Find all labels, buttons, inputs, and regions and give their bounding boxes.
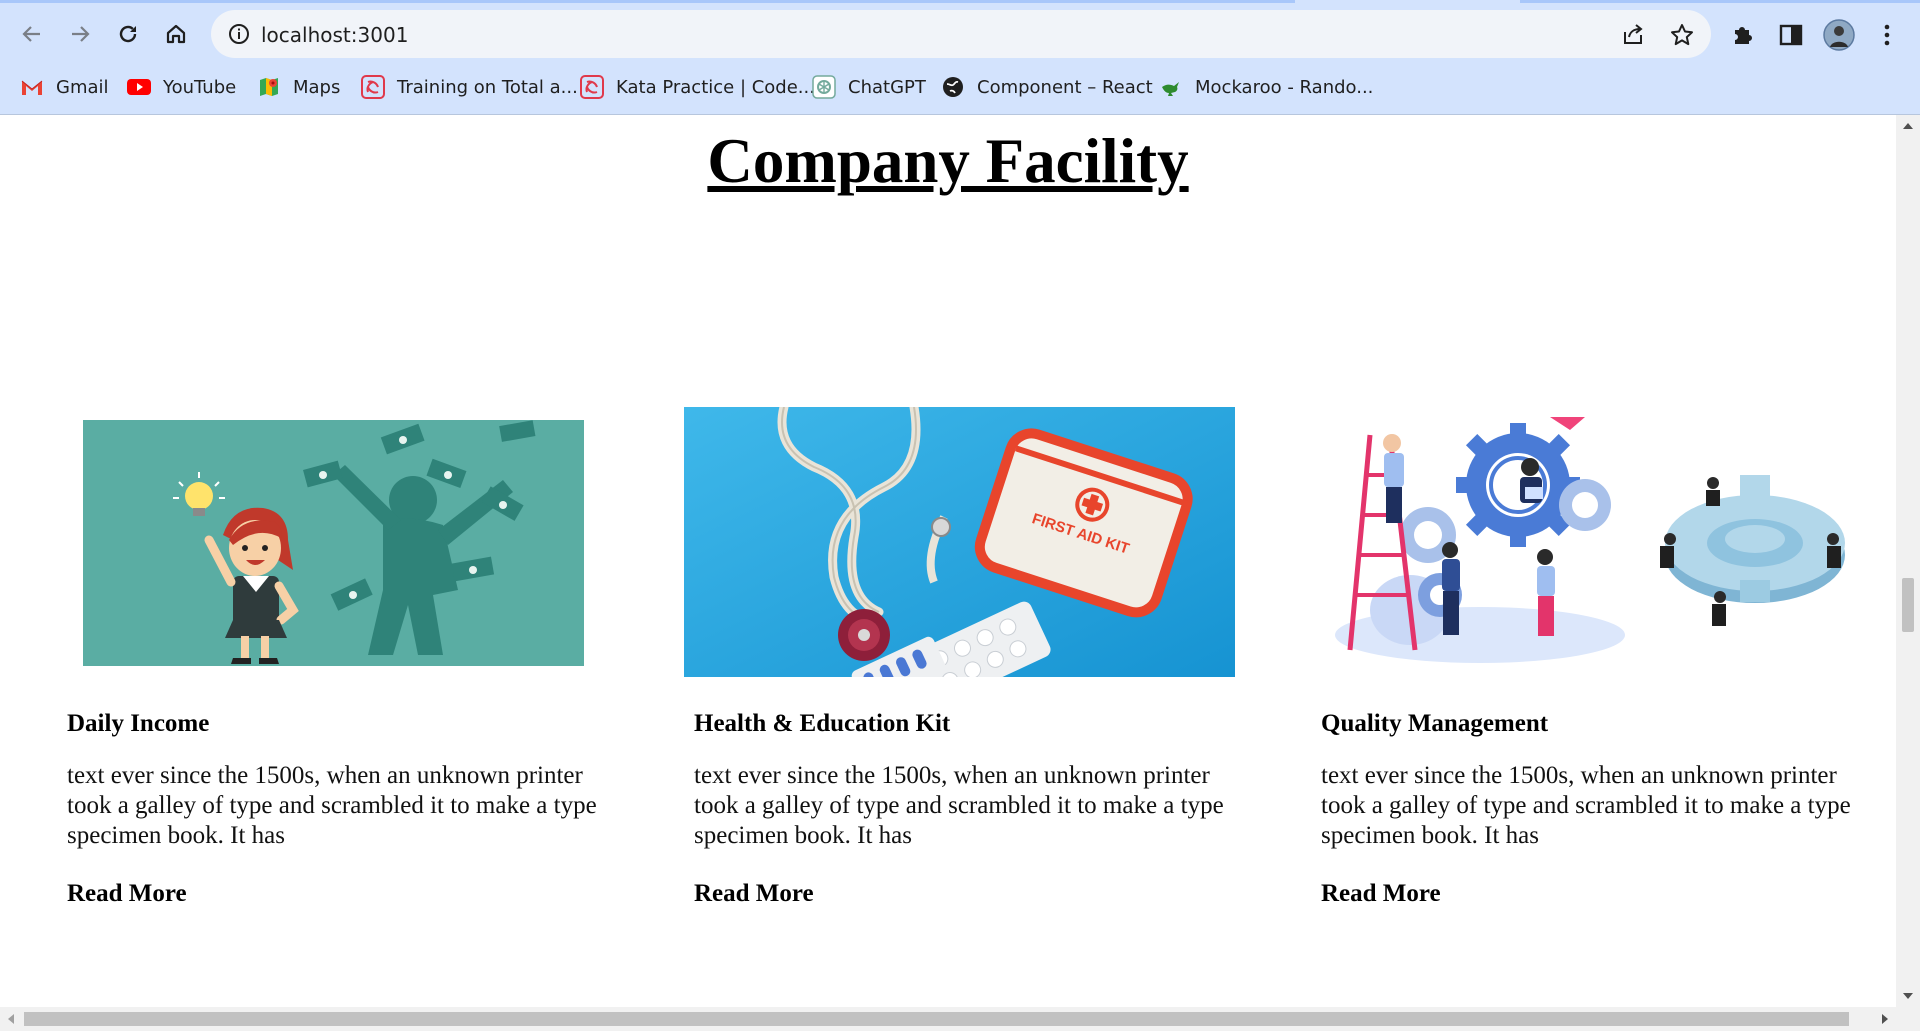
back-arrow-icon [22,26,40,42]
horizontal-scrollbar[interactable] [0,1007,1920,1031]
card-text-daily-income: text ever since the 1500s, when an unkno… [67,762,597,849]
scroll-right-arrow-icon[interactable] [1882,1014,1888,1024]
puzzle-icon [1735,27,1752,44]
horizontal-scroll-thumb[interactable] [24,1012,1849,1026]
card-text-health-education-kit: text ever since the 1500s, when an unkno… [694,762,1224,849]
bookmarks-bar: Gmail YouTube Maps Training on Total a..… [0,60,1920,115]
scroll-down-arrow-icon[interactable] [1903,993,1913,999]
tab-strip [0,0,1920,8]
kebab-menu-icon [1884,24,1890,46]
bookmark-youtube[interactable]: YouTube [127,73,236,101]
side-panel-icon [1779,24,1803,46]
back-button[interactable] [14,16,50,52]
page-content: Company Facility FIRST AID KIT Daily Inc… [0,115,1896,1007]
read-more-health-education-kit[interactable]: Read More [694,880,814,908]
url-text: localhost:3001 [261,23,409,47]
bookmark-chatgpt[interactable]: ChatGPT [812,73,926,101]
home-button[interactable] [158,16,194,52]
card-title-quality-management: Quality Management [1321,710,1549,737]
bookmark-label: Mockaroo - Rando... [1195,76,1374,98]
bookmark-maps[interactable]: Maps [257,73,340,101]
bookmark-star-icon[interactable] [1669,22,1695,48]
youtube-icon [127,79,151,95]
bookmark-label: YouTube [163,76,237,98]
bookmark-label: Gmail [56,76,109,98]
bookmark-label: ChatGPT [848,76,926,98]
read-more-quality-management[interactable]: Read More [1321,880,1441,908]
share-icon[interactable] [1621,22,1647,48]
address-bar[interactable]: localhost:3001 [211,10,1711,58]
side-panel-button[interactable] [1774,18,1808,52]
scroll-up-arrow-icon[interactable] [1903,123,1913,129]
kangaroo-icon [1162,82,1179,96]
avatar-icon [1823,19,1855,51]
profile-avatar[interactable] [1822,18,1856,52]
swirl-icon [361,75,385,99]
browser-menu-button[interactable] [1870,18,1904,52]
card-text-quality-management: text ever since the 1500s, when an unkno… [1321,762,1851,849]
read-more-daily-income[interactable]: Read More [67,880,187,908]
scroll-left-arrow-icon[interactable] [8,1014,14,1024]
browser-toolbar: localhost:3001 [0,8,1920,60]
maps-icon [260,78,278,96]
bookmark-component-react[interactable]: Component – React [941,73,1153,101]
bookmark-kata-practice[interactable]: Kata Practice | Code... [580,73,815,101]
reload-icon [119,25,137,43]
bookmark-mockaroo[interactable]: Mockaroo - Rando... [1159,73,1373,101]
card-title-daily-income: Daily Income [67,710,210,737]
bookmark-label: Training on Total a... [397,76,578,98]
vertical-scrollbar[interactable] [1896,115,1920,1007]
swirl-icon [580,75,604,99]
bookmark-label: Kata Practice | Code... [616,76,815,98]
gears-team-illustration [1330,415,1850,665]
extensions-button[interactable] [1726,18,1760,52]
forward-arrow-icon [72,26,90,42]
bookmark-label: Maps [293,76,341,98]
daily-income-illustration [83,420,584,666]
chatgpt-icon [812,75,836,99]
page-title: Company Facility [707,126,1189,196]
reload-button[interactable] [110,16,146,52]
bookmark-gmail[interactable]: Gmail [20,73,109,101]
card-title-health-education-kit: Health & Education Kit [694,710,951,737]
vertical-scroll-thumb[interactable] [1902,578,1914,632]
gmail-icon [21,80,43,95]
home-icon [166,24,186,44]
forward-button[interactable] [62,16,98,52]
bookmark-label: Component – React [977,76,1153,98]
first-aid-kit-photo: FIRST AID KIT [684,407,1235,677]
globe-icon [943,77,963,97]
site-info-icon[interactable] [227,22,251,46]
bookmark-training[interactable]: Training on Total a... [361,73,578,101]
